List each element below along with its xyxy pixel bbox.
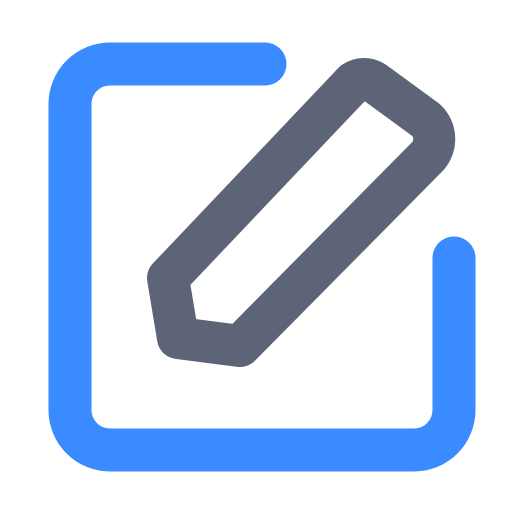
edit-icon-svg — [48, 42, 476, 472]
edit-icon[interactable] — [0, 0, 512, 512]
pencil-icon — [147, 58, 456, 367]
